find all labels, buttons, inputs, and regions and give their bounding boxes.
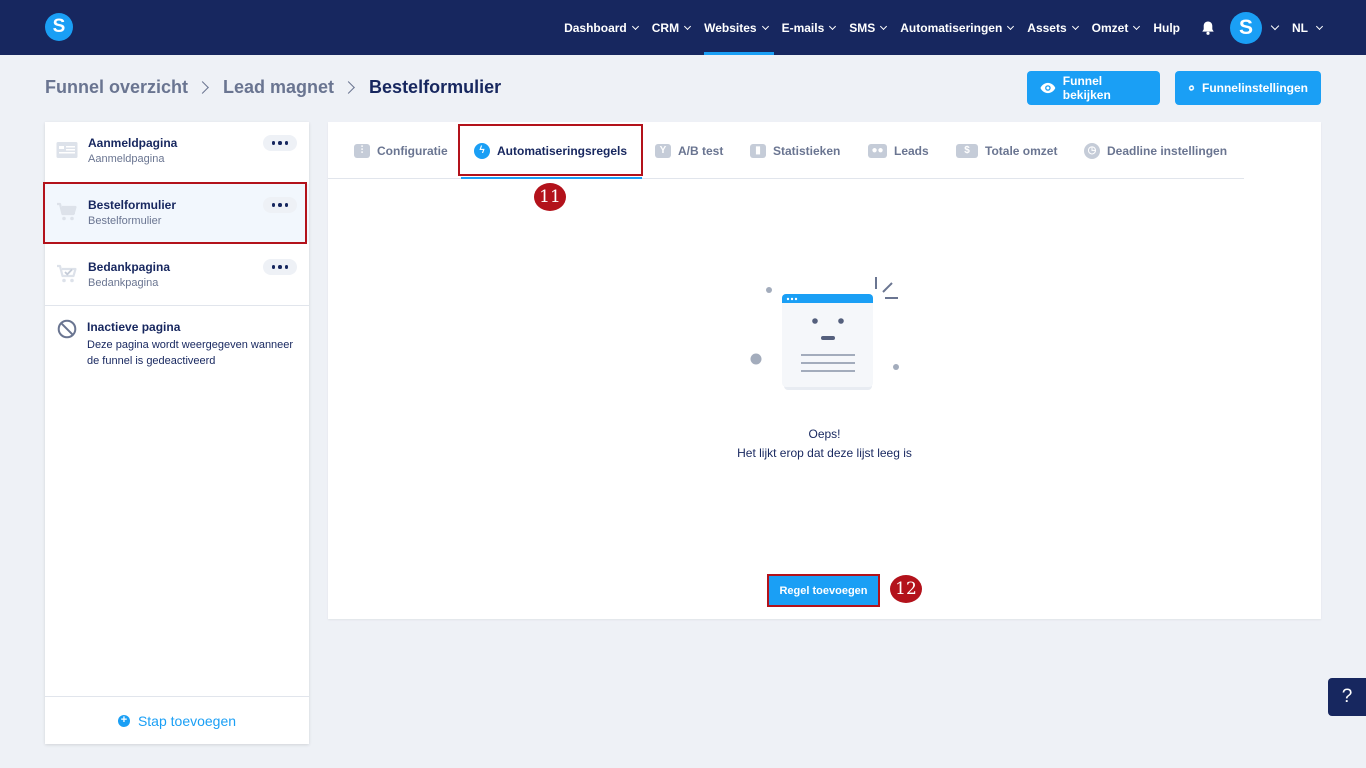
split-icon: Y <box>655 143 671 158</box>
nav-label: Websites <box>704 20 757 35</box>
tab-statistieken[interactable]: ▮ Statistieken <box>750 122 840 179</box>
tab-totale-omzet[interactable]: $ Totale omzet <box>956 122 1057 179</box>
landing-page-icon <box>56 142 78 158</box>
gear-icon <box>1188 84 1195 92</box>
more-options-button[interactable] <box>263 135 297 151</box>
tab-leads[interactable]: ●● Leads <box>868 122 929 179</box>
tab-label: Totale omzet <box>985 143 1058 158</box>
main-menu: Dashboard CRM Websites E-mails SMS Autom… <box>564 0 1324 55</box>
chevron-down-icon <box>761 22 769 30</box>
sidebar-item-aanmeldpagina[interactable]: Aanmeldpagina Aanmeldpagina <box>45 122 309 180</box>
view-funnel-button[interactable]: Funnel bekijken <box>1027 71 1160 105</box>
inactive-page-item[interactable]: Inactieve pagina Deze pagina wordt weerg… <box>45 305 309 367</box>
nav-label: Omzet <box>1091 20 1129 35</box>
highlight-box <box>43 182 307 244</box>
empty-state-message: Het lijkt erop dat deze lijst leeg is <box>737 446 912 460</box>
tab-deadline-instellingen[interactable]: ◷ Deadline instellingen <box>1084 122 1227 179</box>
bar-chart-icon: ▮ <box>750 143 766 158</box>
active-tab-indicator <box>461 177 642 179</box>
help-button[interactable]: ? <box>1328 678 1366 716</box>
chevron-right-icon <box>342 81 355 94</box>
page-title: Bestelformulier <box>369 77 502 97</box>
chevron-down-icon <box>1007 22 1015 30</box>
funnel-settings-button[interactable]: Funnelinstellingen <box>1175 71 1321 105</box>
tab-ab-test[interactable]: Y A/B test <box>655 122 723 179</box>
nav-assets[interactable]: Assets <box>1027 0 1085 55</box>
add-rule-button[interactable]: Regel toevoegen <box>767 574 880 607</box>
main-panel: ⫶ Configuratie ϟ Automatiseringsregels Y… <box>328 122 1321 619</box>
cart-check-icon <box>57 264 77 283</box>
breadcrumb: Funnel overzicht Lead magnet Bestelformu… <box>45 77 501 98</box>
chevron-down-icon <box>684 22 692 30</box>
chevron-down-icon[interactable] <box>1270 21 1280 31</box>
page-title: Aanmeldpagina <box>88 136 178 150</box>
more-options-button[interactable] <box>263 259 297 275</box>
chevron-down-icon <box>880 22 888 30</box>
empty-state-title: Oeps! <box>808 427 841 441</box>
nav-hulp[interactable]: Hulp <box>1153 0 1188 55</box>
tab-label: Statistieken <box>773 143 841 158</box>
funnel-steps-sidebar: Aanmeldpagina Aanmeldpagina Bestelformul… <box>43 122 309 744</box>
nav-omzet[interactable]: Omzet <box>1092 0 1148 55</box>
annotation-marker: 12 <box>890 575 922 603</box>
nav-automatiseringen[interactable]: Automatiseringen <box>900 0 1021 55</box>
view-funnel-label: Funnel bekijken <box>1062 74 1111 102</box>
avatar[interactable]: S <box>1230 11 1262 44</box>
tab-label: Configuratie <box>377 143 448 158</box>
chevron-down-icon <box>1133 22 1141 30</box>
annotation-marker: 11 <box>534 183 566 211</box>
nav-label: Hulp <box>1153 20 1180 35</box>
add-step-button[interactable]: + Stap toevoegen <box>45 696 309 744</box>
nav-emails[interactable]: E-mails <box>782 0 844 55</box>
tab-label: A/B test <box>678 143 724 158</box>
nav-websites[interactable]: Websites <box>704 0 775 55</box>
dollar-icon: $ <box>956 143 978 158</box>
empty-list-illustration <box>750 277 899 390</box>
inactive-page-title: Inactieve pagina <box>87 320 181 334</box>
eye-icon <box>1040 82 1056 94</box>
nav-label: Assets <box>1027 20 1067 35</box>
page-title: Bedankpagina <box>88 260 171 274</box>
tab-label: Deadline instellingen <box>1107 143 1228 158</box>
page-subtitle: Aanmeldpagina <box>88 153 165 165</box>
page-subtitle: Bedankpagina <box>88 277 159 289</box>
breadcrumb-lead-magnet[interactable]: Lead magnet <box>223 77 334 98</box>
bell-icon[interactable] <box>1200 20 1216 36</box>
language-label: NL <box>1292 20 1308 35</box>
chevron-down-icon <box>631 22 639 30</box>
nav-label: Automatiseringen <box>900 20 1003 35</box>
logo[interactable]: S <box>45 13 73 41</box>
language-selector[interactable]: NL <box>1292 20 1324 35</box>
nav-label: Dashboard <box>564 20 627 35</box>
inactive-page-description: Deze pagina wordt weergegeven wanneer de… <box>87 339 294 367</box>
nav-dashboard[interactable]: Dashboard <box>564 0 646 55</box>
top-navbar: S Dashboard CRM Websites E-mails SMS Aut… <box>0 0 1366 55</box>
highlight-box <box>458 124 643 176</box>
users-icon: ●● <box>868 143 887 158</box>
tab-configuratie[interactable]: ⫶ Configuratie <box>354 122 448 179</box>
chevron-down-icon <box>829 22 837 30</box>
nav-label: E-mails <box>781 20 825 35</box>
chevron-down-icon <box>1315 22 1324 30</box>
chevron-right-icon <box>196 81 209 94</box>
sidebar-item-bedankpagina[interactable]: Bedankpagina Bedankpagina <box>45 246 309 304</box>
nav-label: CRM <box>651 20 680 35</box>
sliders-icon: ⫶ <box>354 143 370 158</box>
add-step-label: Stap toevoegen <box>137 712 237 729</box>
clock-icon: ◷ <box>1084 142 1100 159</box>
disabled-icon <box>57 319 77 339</box>
funnel-settings-label: Funnelinstellingen <box>1201 81 1308 95</box>
breadcrumb-funnel-overview[interactable]: Funnel overzicht <box>45 77 188 98</box>
nav-sms[interactable]: SMS <box>849 0 894 55</box>
nav-crm[interactable]: CRM <box>652 0 698 55</box>
nav-label: SMS <box>849 20 876 35</box>
chevron-down-icon <box>1071 22 1079 30</box>
plus-circle-icon: + <box>117 714 130 727</box>
tab-label: Leads <box>894 143 929 158</box>
